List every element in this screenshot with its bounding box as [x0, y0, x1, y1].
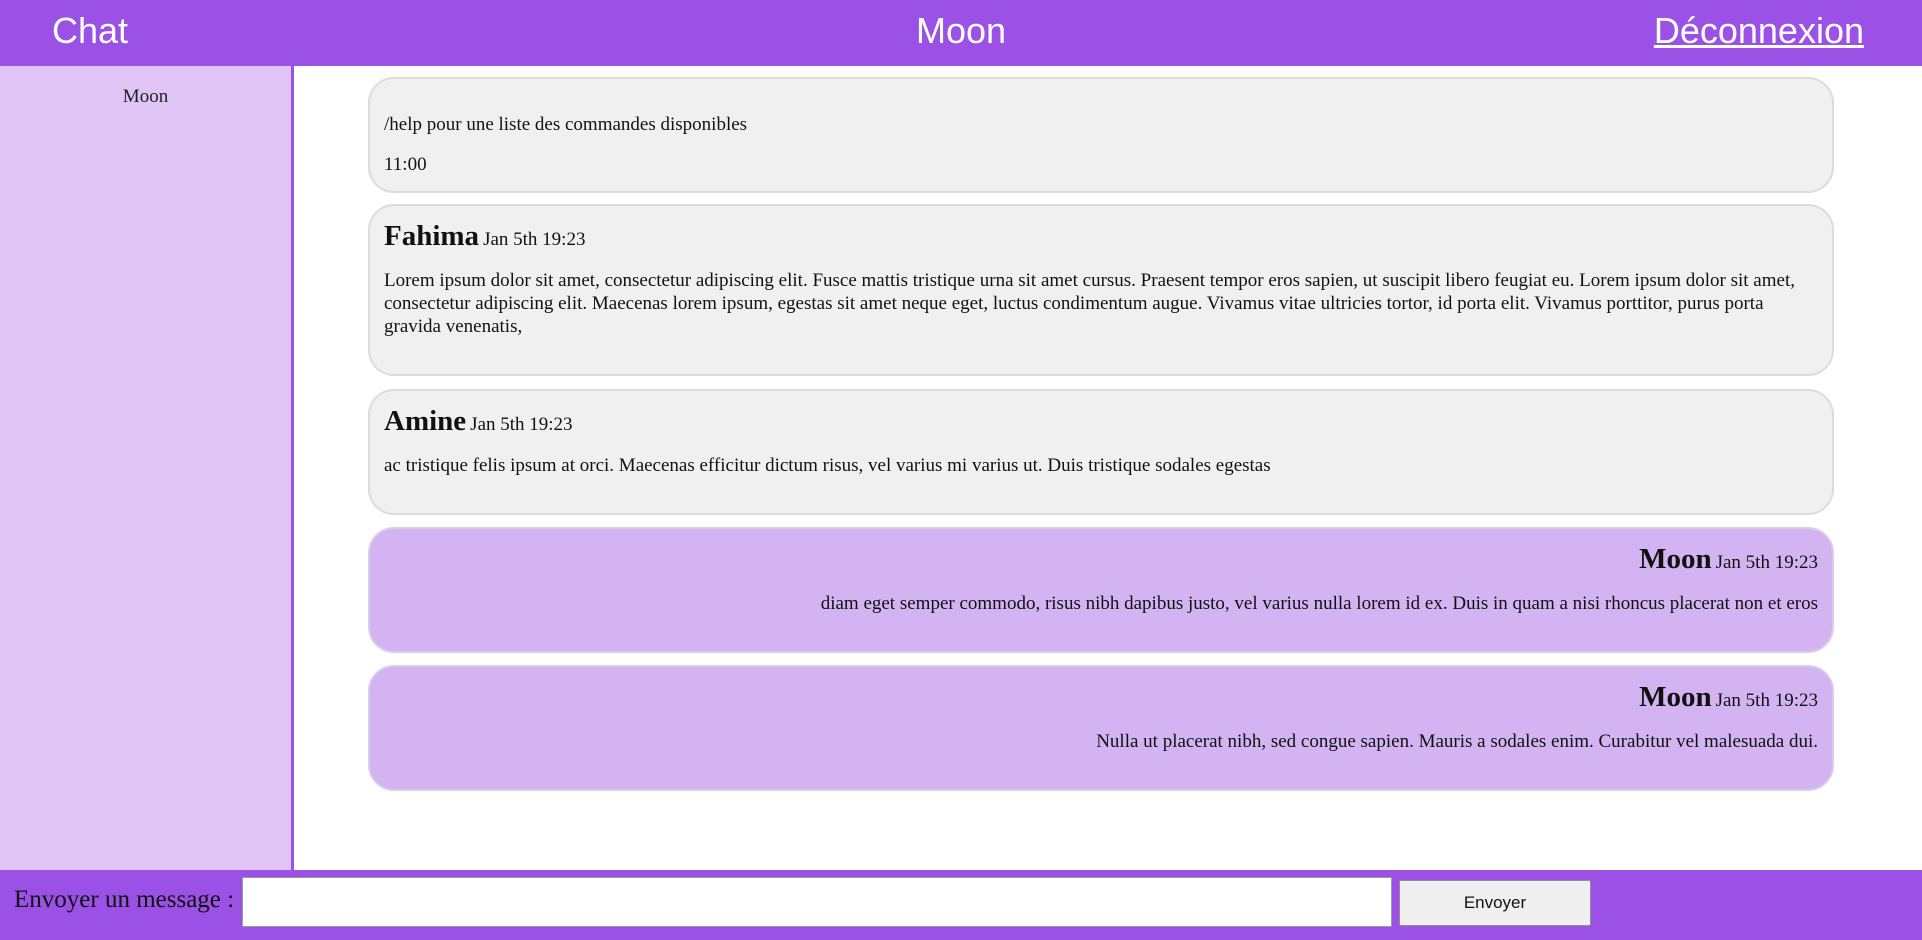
message-author: Amine — [384, 405, 467, 437]
top-bar: Chat Moon Déconnexion — [0, 0, 1922, 66]
message-header: Amine Jan 5th 19:23 — [384, 405, 1818, 438]
message-input[interactable] — [242, 877, 1392, 927]
logout-link[interactable]: Déconnexion — [1654, 10, 1864, 52]
user-list-item[interactable]: Moon — [0, 86, 291, 108]
message-time: Jan 5th 19:23 — [470, 414, 573, 435]
own-message-bubble: Moon Jan 5th 19:23 diam eget semper comm… — [368, 527, 1834, 653]
message-list: /help pour une liste des commandes dispo… — [294, 66, 1922, 870]
message-text: Lorem ipsum dolor sit amet, consectetur … — [384, 270, 1795, 337]
composer-bar: Envoyer un message : Envoyer — [0, 870, 1922, 940]
own-message-bubble: Moon Jan 5th 19:23 Nulla ut placerat nib… — [368, 665, 1834, 791]
send-button[interactable]: Envoyer — [1399, 880, 1591, 926]
message-bubble: Amine Jan 5th 19:23 ac tristique felis i… — [368, 389, 1834, 515]
message-bubble: Fahima Jan 5th 19:23 Lorem ipsum dolor s… — [368, 204, 1834, 376]
message-text: ac tristique felis ipsum at orci. Maecen… — [384, 455, 1271, 476]
message-text: diam eget semper commodo, risus nibh dap… — [820, 593, 1818, 614]
message-text: /help pour une liste des commandes dispo… — [384, 114, 748, 135]
message-header: Moon Jan 5th 19:23 — [384, 681, 1818, 714]
message-author: Moon — [1639, 681, 1712, 713]
message-time: Jan 5th 19:23 — [1715, 552, 1818, 573]
message-text: Nulla ut placerat nibh, sed congue sapie… — [1096, 731, 1818, 752]
message-author: Fahima — [384, 220, 480, 252]
system-message: /help pour une liste des commandes dispo… — [368, 77, 1834, 193]
chat-app: Chat Moon Déconnexion Moon /help pour un… — [0, 0, 1922, 940]
message-time: 11:00 — [384, 154, 427, 175]
user-list-sidebar: Moon — [0, 66, 294, 870]
message-header: Fahima Jan 5th 19:23 — [384, 220, 1818, 253]
message-header: Moon Jan 5th 19:23 — [384, 543, 1818, 576]
message-time: Jan 5th 19:23 — [483, 229, 586, 250]
message-time: Jan 5th 19:23 — [1715, 690, 1818, 711]
room-title: Moon — [915, 10, 1007, 51]
message-author: Moon — [1639, 543, 1712, 575]
composer-label: Envoyer un message : — [14, 886, 235, 913]
